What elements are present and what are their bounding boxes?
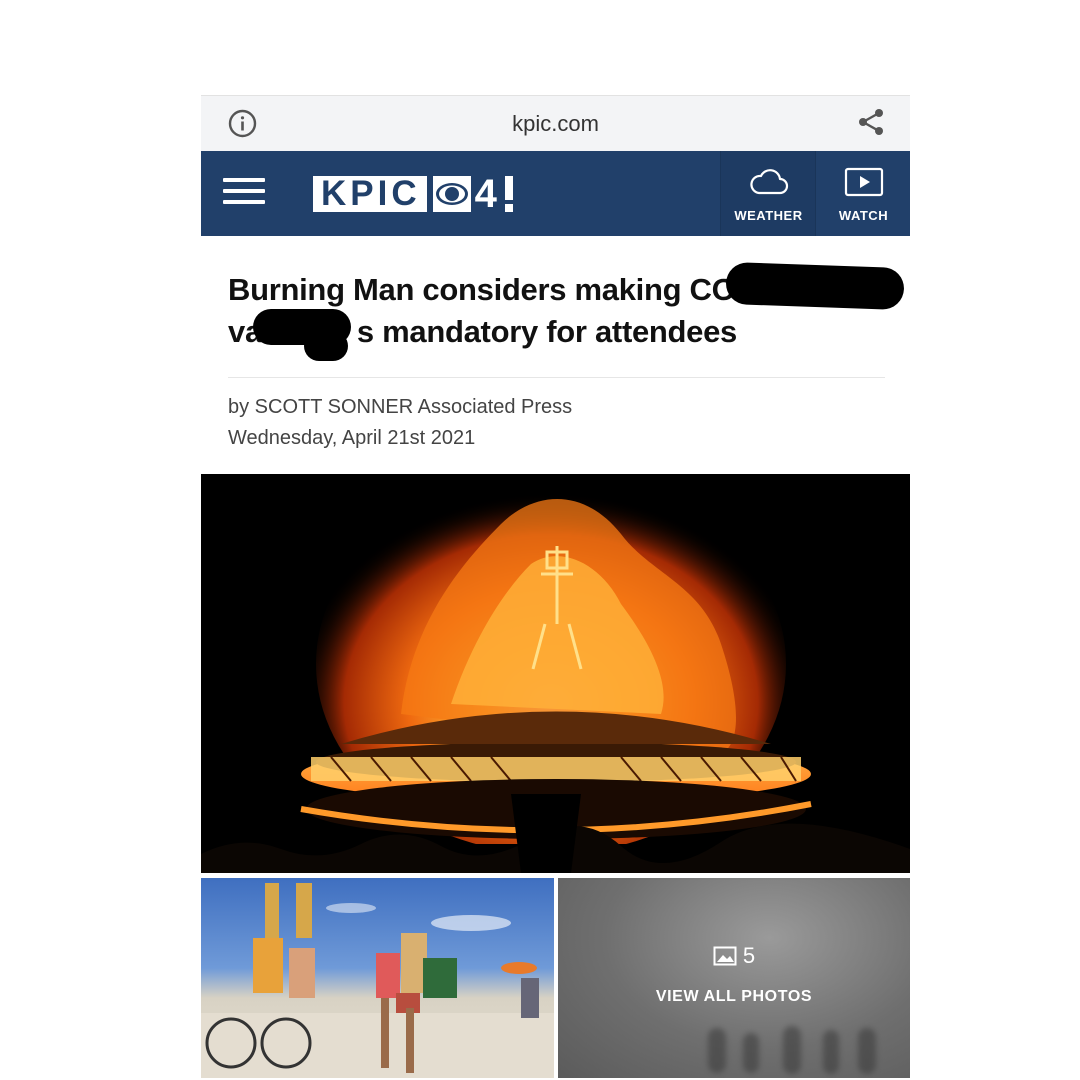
logo-bar-icon <box>504 176 513 212</box>
photo-count: 5 <box>558 943 910 969</box>
publish-date: Wednesday, April 21st 2021 <box>228 427 476 449</box>
divider <box>228 377 885 378</box>
cbs-eye-icon <box>432 176 471 212</box>
festival-crowd-image <box>201 883 554 1078</box>
article-byline: by SCOTT SONNER Associated Press Wednesd… <box>228 392 572 454</box>
redaction-mark <box>304 331 348 361</box>
share-icon[interactable] <box>856 107 886 137</box>
kpic-logo[interactable]: KPIC 4 <box>313 172 513 216</box>
weather-button[interactable]: WEATHER <box>720 151 816 236</box>
image-icon <box>713 946 737 966</box>
gallery-thumbnail[interactable] <box>201 878 554 1078</box>
watch-button[interactable]: WATCH <box>815 151 910 236</box>
phone-screen: kpic.com KPIC 4 WEATHER WATCH Burning Ma… <box>201 95 910 1080</box>
weather-label: WEATHER <box>734 208 803 223</box>
view-all-photos-tile[interactable]: 5 VIEW ALL PHOTOS <box>558 878 910 1078</box>
cloud-icon <box>749 169 788 195</box>
view-all-photos-label[interactable]: VIEW ALL PHOTOS <box>558 988 910 1006</box>
redaction-mark <box>725 261 905 311</box>
browser-url-bar: kpic.com <box>201 95 910 152</box>
hamburger-menu-icon[interactable] <box>223 178 265 204</box>
logo-text: KPIC <box>313 174 427 213</box>
url-domain[interactable]: kpic.com <box>201 111 910 137</box>
author: by SCOTT SONNER Associated Press <box>228 396 573 418</box>
photo-count-number: 5 <box>742 943 756 968</box>
site-header: KPIC 4 WEATHER WATCH <box>201 151 910 236</box>
logo-number: 4 <box>474 172 497 216</box>
watch-label: WATCH <box>838 208 889 223</box>
burning-man-fire-image <box>201 474 910 873</box>
hero-image[interactable] <box>201 474 910 873</box>
headline-line-2-end: s mandatory for attendees <box>356 314 737 349</box>
play-video-icon <box>844 167 883 197</box>
